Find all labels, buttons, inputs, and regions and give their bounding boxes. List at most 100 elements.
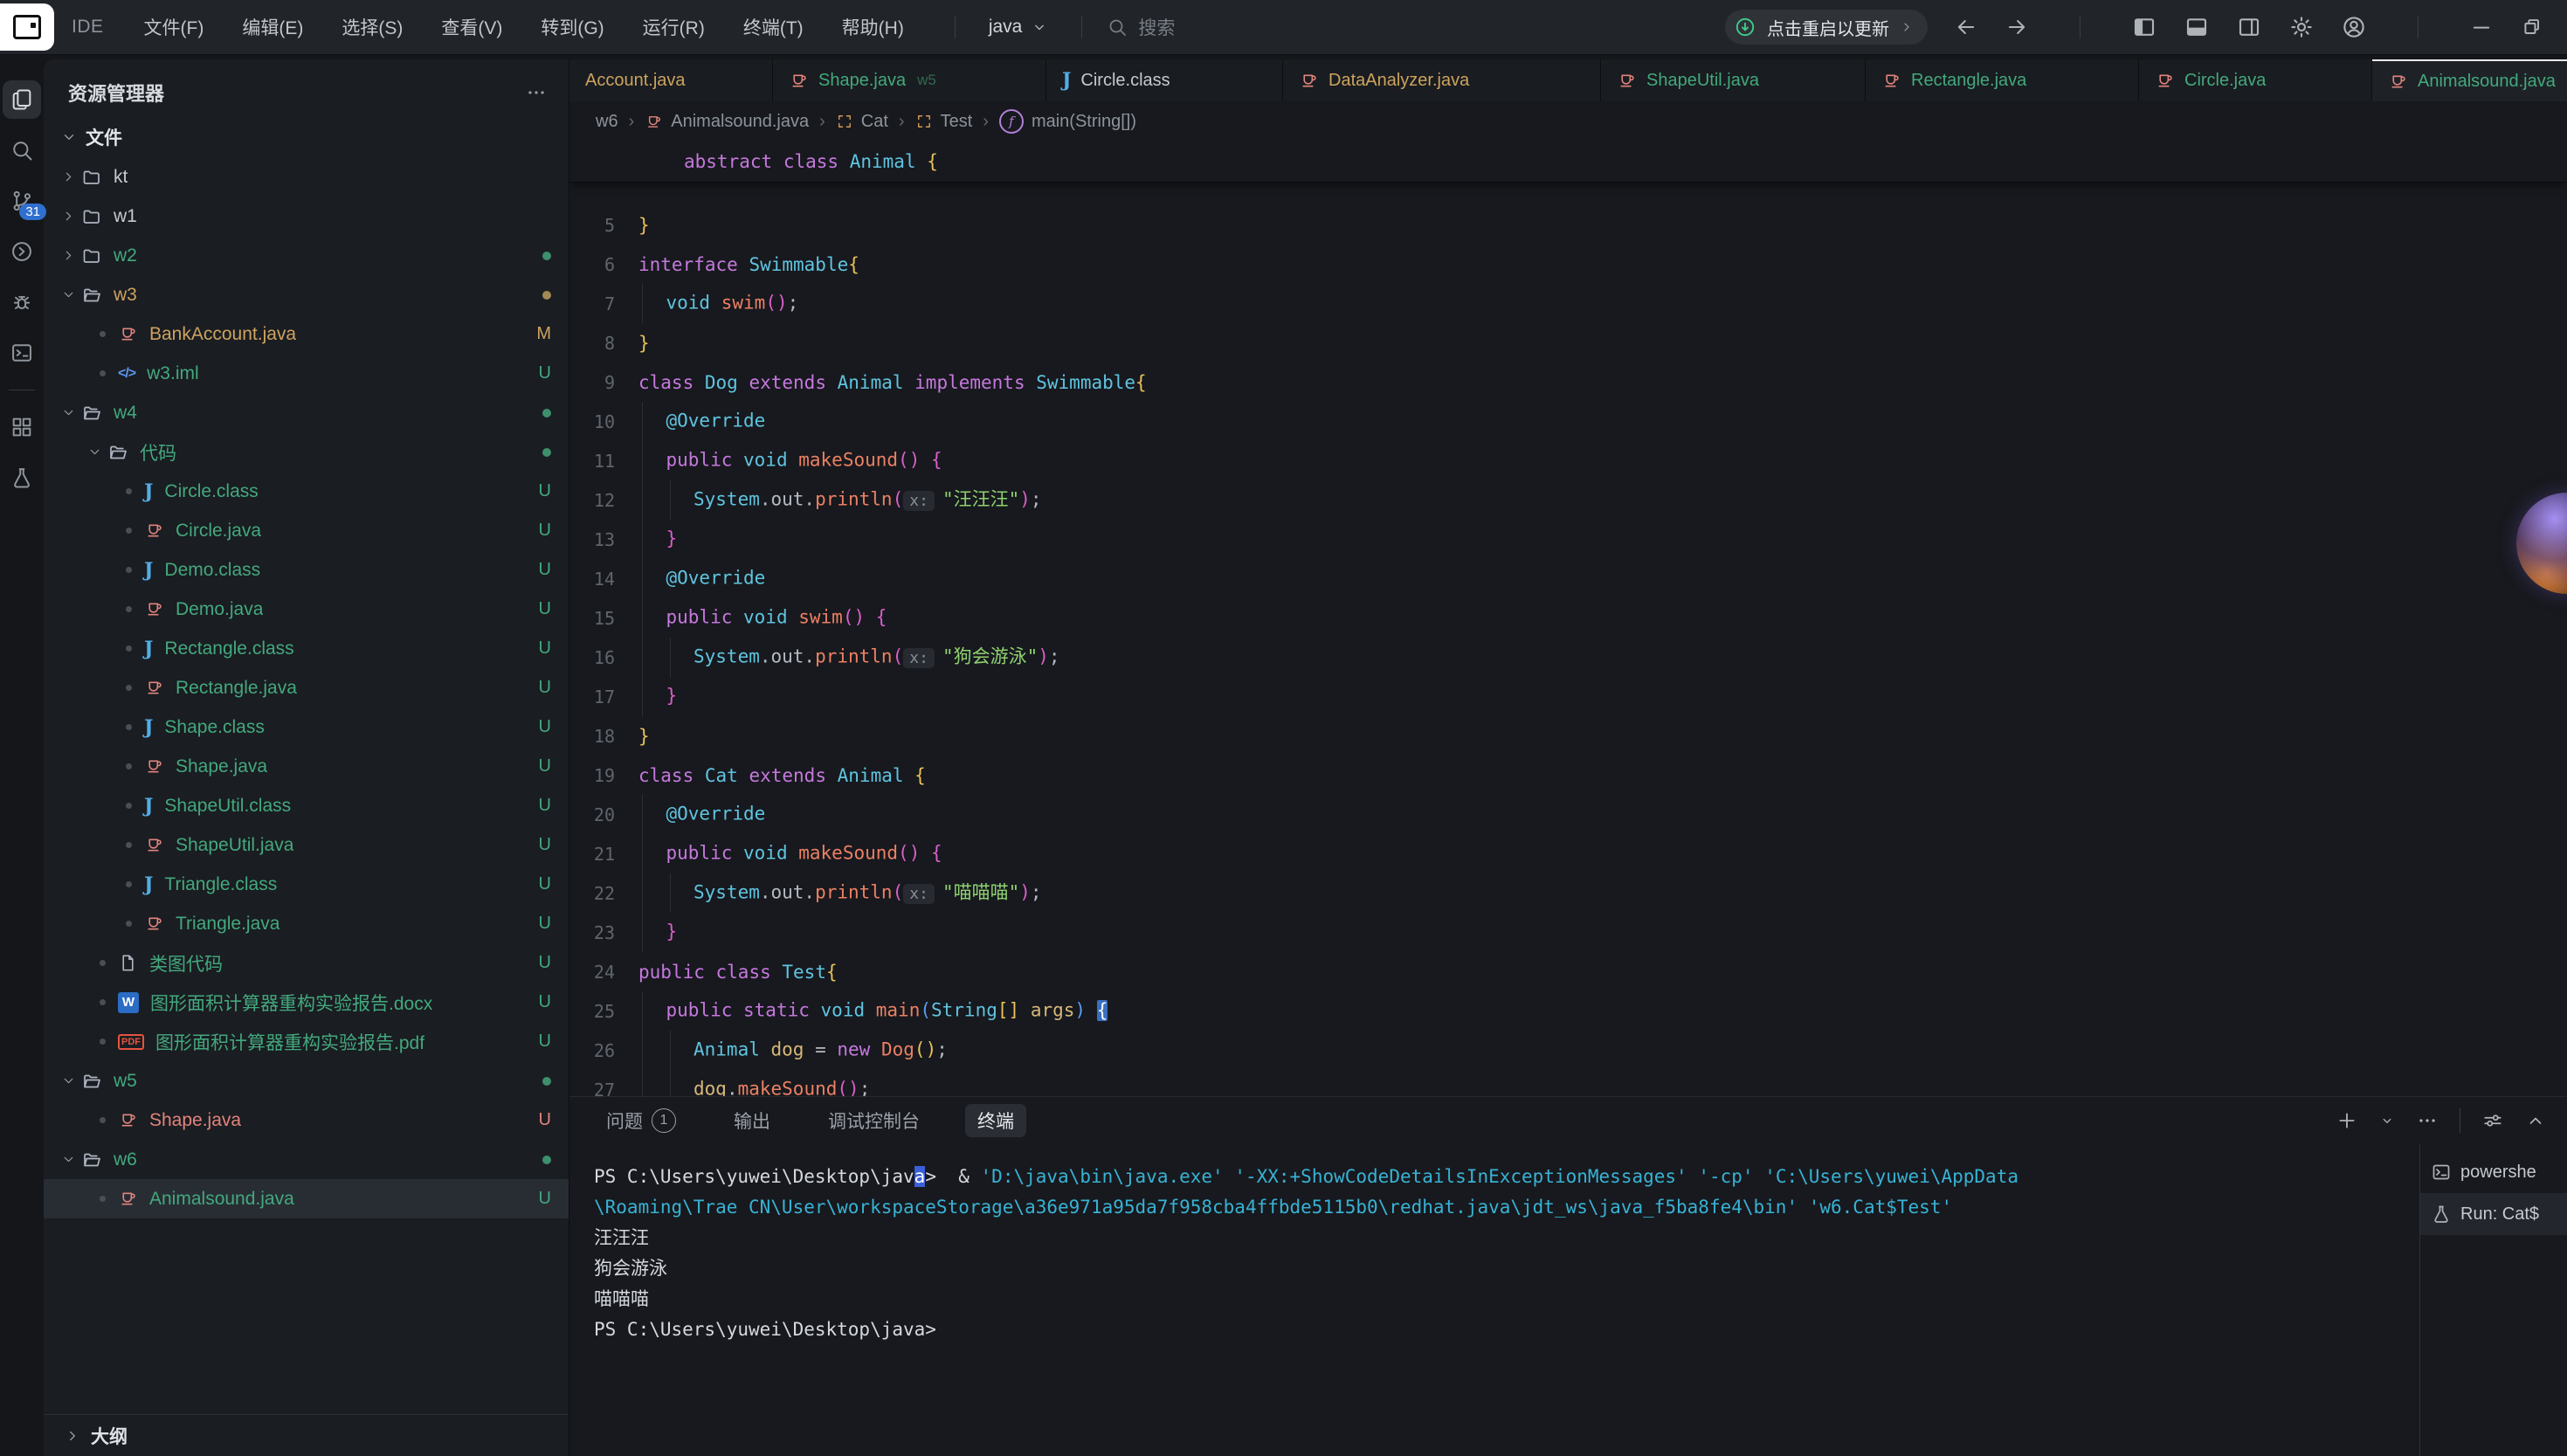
editor-tab-DataAnalyzer.java[interactable]: DataAnalyzer.java (1283, 59, 1601, 101)
menu-item-E[interactable]: 编辑(E) (242, 14, 303, 40)
source-control-icon[interactable]: 31 (3, 182, 41, 220)
terminal-text: PS C:\Users\yuwei\Desktop\jav (594, 1166, 914, 1187)
files-section-header[interactable]: 文件 (44, 117, 569, 157)
restart-to-update-button[interactable]: 点击重启以更新 (1725, 10, 1928, 45)
ai-chat-icon[interactable] (3, 232, 41, 271)
new-terminal-button[interactable] (2336, 1109, 2358, 1132)
tree-file-Demo.java[interactable]: Demo.javaU (44, 590, 569, 629)
menu-item-T[interactable]: 终端(T) (743, 14, 804, 40)
editor-tab-Account.java[interactable]: Account.java (569, 59, 773, 101)
tree-file-Rectangle.java[interactable]: Rectangle.javaU (44, 668, 569, 707)
tree-folder-w4[interactable]: w4 (44, 393, 569, 432)
maximize-panel-button[interactable] (2525, 1110, 2546, 1131)
tree-file-Animalsound.java[interactable]: Animalsound.javaU (44, 1179, 569, 1218)
tree-item-label: w1 (114, 206, 137, 227)
tree-file-Triangle.class[interactable]: JTriangle.classU (44, 865, 569, 904)
tree-file-Circle.class[interactable]: JCircle.classU (44, 472, 569, 511)
outline-section-header[interactable]: 大纲 (44, 1414, 569, 1456)
tree-file-图形面积计算器重构实验报告.docx[interactable]: W图形面积计算器重构实验报告.docxU (44, 983, 569, 1022)
code-token (694, 765, 705, 786)
menu-item-F[interactable]: 文件(F) (144, 14, 204, 40)
explorer-icon[interactable] (3, 80, 41, 119)
editor-tab-Circle.class[interactable]: JCircle.class (1046, 59, 1283, 101)
more-actions-icon[interactable] (525, 81, 548, 104)
panel-tab-调试控制台[interactable]: 调试控制台 (816, 1104, 932, 1137)
project-selector[interactable]: java (930, 16, 1108, 38)
tree-file-ShapeUtil.class[interactable]: JShapeUtil.classU (44, 786, 569, 825)
forward-button[interactable] (2005, 15, 2029, 39)
tree-folder-w1[interactable]: w1 (44, 197, 569, 236)
breadcrumb-item-Cat[interactable]: Cat (836, 112, 888, 132)
file-dot-indicator (126, 881, 132, 887)
code-editor[interactable]: abstract class Animal { 5}6interface Swi… (569, 141, 2567, 1096)
tree-folder-kt[interactable]: kt (44, 157, 569, 197)
breadcrumb-item-main(String[])[interactable]: fmain(String[]) (999, 109, 1136, 134)
tree-folder-w5[interactable]: w5 (44, 1061, 569, 1101)
breadcrumb-item-w6[interactable]: w6 (596, 112, 618, 132)
tree-file-ShapeUtil.java[interactable]: ShapeUtil.javaU (44, 825, 569, 865)
editor-tab-ShapeUtil.java[interactable]: ShapeUtil.java (1601, 59, 1866, 101)
code-token (865, 1000, 876, 1021)
panel-tab-输出[interactable]: 输出 (721, 1104, 783, 1137)
tree-file-Shape.java[interactable]: Shape.javaU (44, 747, 569, 786)
menu-item-R[interactable]: 运行(R) (643, 14, 705, 40)
back-button[interactable] (1954, 15, 1978, 39)
search-icon[interactable] (3, 131, 41, 169)
tree-file-Shape.class[interactable]: JShape.classU (44, 707, 569, 747)
editor-tab-Circle.java[interactable]: Circle.java (2139, 59, 2372, 101)
account-icon[interactable] (2341, 14, 2367, 40)
restore-window-button[interactable] (2520, 15, 2544, 39)
tree-file-Demo.class[interactable]: JDemo.classU (44, 550, 569, 590)
menu-item-S[interactable]: 选择(S) (342, 14, 403, 40)
panel-tab-问题[interactable]: 问题1 (594, 1104, 688, 1137)
breadcrumb-label: Test (941, 112, 973, 132)
minimize-window-button[interactable] (2469, 15, 2494, 39)
debug-icon[interactable] (3, 283, 41, 321)
panel-tab-终端[interactable]: 终端 (965, 1104, 1026, 1137)
breadcrumb-label: Animalsound.java (671, 112, 809, 132)
menu-item-V[interactable]: 查看(V) (441, 14, 502, 40)
tree-file-Shape.java[interactable]: Shape.javaU (44, 1101, 569, 1140)
tree-file-类图代码[interactable]: 类图代码U (44, 943, 569, 983)
tree-file-Triangle.java[interactable]: Triangle.javaU (44, 904, 569, 943)
editor-tab-Animalsound.java[interactable]: Animalsound.java (2372, 59, 2567, 101)
toggle-right-sidebar-button[interactable] (2236, 14, 2262, 40)
editor-tab-Rectangle.java[interactable]: Rectangle.java (1866, 59, 2139, 101)
global-search[interactable]: 搜索 (1107, 14, 1175, 40)
test-flask-icon[interactable] (3, 459, 41, 497)
tree-folder-w6[interactable]: w6 (44, 1140, 569, 1179)
code-token (772, 151, 783, 172)
terminal-view-icon[interactable] (3, 334, 41, 372)
file-dot-indicator (126, 842, 132, 848)
tree-file-图形面积计算器重构实验报告.pdf[interactable]: PDF图形面积计算器重构实验报告.pdfU (44, 1022, 569, 1061)
indent-guide (642, 795, 643, 834)
settings-gear-icon[interactable] (2288, 14, 2315, 40)
breadcrumb-item-Test[interactable]: Test (915, 112, 973, 132)
tree-folder-w3[interactable]: w3 (44, 275, 569, 314)
toggle-panel-button[interactable] (2184, 14, 2210, 40)
editor-tab-Shape.java[interactable]: Shape.javaw5 (773, 59, 1046, 101)
tree-file-BankAccount.java[interactable]: BankAccount.javaM (44, 314, 569, 354)
terminal-list-item-Run: Cat$[interactable]: Run: Cat$ (2420, 1193, 2567, 1235)
terminal-settings-icon[interactable] (2481, 1109, 2504, 1132)
tree-folder-w2[interactable]: w2 (44, 236, 569, 275)
menu-item-G[interactable]: 转到(G) (541, 14, 604, 40)
extensions-icon[interactable] (3, 408, 41, 446)
terminal-output[interactable]: PS C:\Users\yuwei\Desktop\java> & 'D:\ja… (569, 1144, 2419, 1456)
code-token: println (815, 646, 893, 667)
panel-more-actions-icon[interactable] (2416, 1109, 2439, 1132)
toggle-left-sidebar-button[interactable] (2131, 14, 2157, 40)
code-line-content: @Override (615, 795, 765, 834)
tree-file-w3.iml[interactable]: </>w3.imlU (44, 354, 569, 393)
sticky-scroll-line[interactable]: abstract class Animal { (569, 141, 2567, 183)
tree-file-Rectangle.class[interactable]: JRectangle.classU (44, 629, 569, 668)
tree-folder-代码[interactable]: 代码 (44, 432, 569, 472)
tree-file-Circle.java[interactable]: Circle.javaU (44, 511, 569, 550)
menu-item-H[interactable]: 帮助(H) (842, 14, 904, 40)
line-number: 15 (569, 608, 615, 629)
chevron-down-icon (61, 1073, 76, 1088)
terminal-profile-chevron-icon[interactable] (2379, 1113, 2395, 1128)
tree-item-label: kt (114, 167, 128, 188)
breadcrumb-item-Animalsound.java[interactable]: Animalsound.java (645, 112, 809, 132)
terminal-list-item-powershe[interactable]: powershe (2420, 1151, 2567, 1193)
